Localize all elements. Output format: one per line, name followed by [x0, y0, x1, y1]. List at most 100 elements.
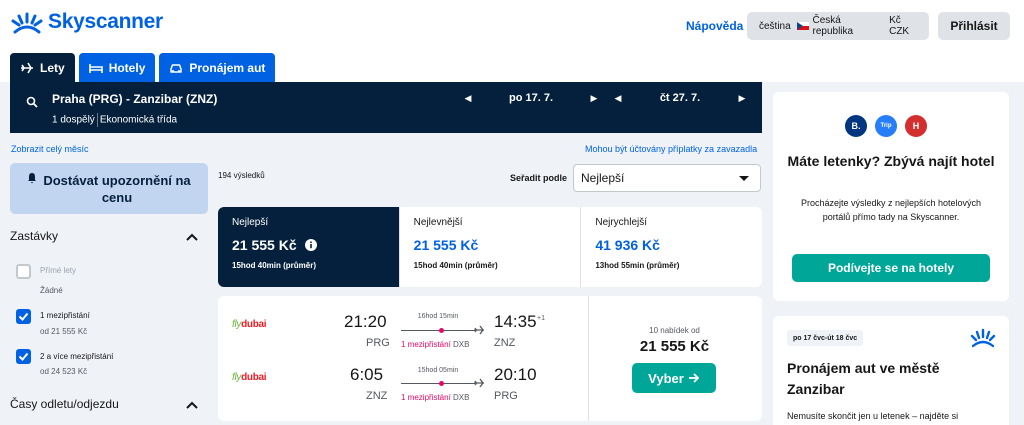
cabin-label: Ekonomická třída	[99, 114, 178, 126]
departure-time: 6:05	[350, 365, 384, 384]
passengers-label: 1 dospělý	[52, 114, 95, 126]
baggage-fees-link[interactable]: Mohou být účtovány příplatky za zavazadl…	[585, 144, 757, 154]
sort-tab-fastest[interactable]: Nejrychlejší 41 936 Kč 13hod 55min (prům…	[581, 207, 762, 287]
tab-car-hire[interactable]: Pronájem aut	[159, 53, 276, 83]
sort-tab-best[interactable]: Nejlepší 21 555 Kč 15hod 40min (průměr)	[218, 207, 400, 287]
caret-down-icon	[739, 176, 749, 181]
chevron-up-icon[interactable]	[186, 401, 198, 409]
arrival-time: 20:10	[494, 365, 537, 384]
bed-icon	[88, 64, 103, 73]
arrival-airport: PRG	[494, 390, 518, 402]
flight-result-card[interactable]: flydubai 21:20 PRG 16hod 15min 1 mezipři…	[218, 296, 762, 421]
times-filter-title: Časy odletu/odjezdu	[10, 397, 119, 411]
chevron-up-icon[interactable]	[186, 233, 198, 241]
checkmark-icon	[18, 352, 29, 361]
sort-tab-price: 41 936 Kč	[595, 237, 660, 253]
sort-select[interactable]: Nejlepší	[573, 164, 761, 192]
next-day-icon[interactable]: ▶	[736, 93, 748, 104]
product-tabs: Lety Hotely Pronájem aut	[10, 53, 276, 83]
arrival-airport: ZNZ	[494, 337, 516, 349]
return-date-picker[interactable]: ◀ čt 27. 7. ▶	[612, 92, 748, 104]
sort-tab-name: Nejlepší	[232, 217, 269, 228]
sort-label: Seřadit podle	[510, 173, 568, 183]
search-icon	[26, 96, 38, 108]
info-icon[interactable]	[304, 239, 317, 251]
whole-month-link[interactable]: Zobrazit celý měsíc	[11, 144, 89, 154]
tab-flights[interactable]: Lety	[10, 53, 75, 83]
tab-label: Hotely	[108, 61, 146, 75]
direct-flights-checkbox[interactable]	[16, 264, 31, 279]
country-label: Česká republika	[812, 15, 854, 37]
hotel-promo-card: B. Trip H Máte letenky? Zbývá najít hote…	[773, 92, 1009, 301]
czech-flag-icon	[796, 22, 809, 30]
sort-tab-price: 21 555 Kč	[232, 237, 297, 253]
tab-label: Lety	[40, 61, 65, 75]
sort-tab-cheapest[interactable]: Nejlevnější 21 555 Kč 15hod 40min (průmě…	[400, 207, 582, 287]
one-stop-checkbox[interactable]	[16, 309, 31, 324]
locale-button[interactable]: čeština Česká republika Kč CZK	[747, 12, 929, 40]
car-promo-title: Pronájem aut ve městě Zanzibar	[787, 360, 940, 397]
stops-option-label: 1 mezipřistání	[40, 311, 90, 320]
language-label: čeština	[759, 20, 791, 32]
select-button[interactable]: Vyber	[632, 363, 716, 393]
hotels-logo: H	[905, 115, 927, 137]
sort-tab-price: 21 555 Kč	[413, 237, 479, 253]
view-hotels-button[interactable]: Podívejte se na hotely	[792, 254, 990, 282]
stop-dot	[439, 328, 444, 333]
plane-icon	[474, 378, 484, 388]
departure-time: 21:20	[344, 312, 387, 331]
car-hire-promo-card[interactable]: po 17 čvc-út 18 čvc Pronájem aut ve měst…	[773, 316, 1009, 425]
trip-logo: Trip	[875, 115, 897, 137]
plane-icon	[474, 325, 484, 335]
departure-airport: PRG	[366, 337, 390, 349]
stops-info: 1 mezipřistání DXB	[401, 393, 470, 402]
skyscanner-sunrise-icon	[970, 328, 996, 348]
day-offset: +1	[537, 315, 545, 322]
arrival-time: 14:35	[494, 312, 537, 331]
search-summary-bar[interactable]: Praha (PRG) - Zanzibar (ZNZ) 1 dospělý Ek…	[10, 82, 762, 133]
departure-airport: ZNZ	[366, 390, 388, 402]
price-alert-button[interactable]: Dostávat upozornění na cenu	[10, 163, 208, 214]
route-label: Praha (PRG) - Zanzibar (ZNZ)	[52, 92, 218, 106]
stops-option-price: Žádné	[40, 286, 63, 295]
login-button[interactable]: Přihlásit	[938, 12, 1010, 40]
stops-option-label: Přímé lety	[40, 266, 77, 275]
booking-logo: B.	[845, 115, 867, 137]
car-icon	[170, 64, 183, 73]
car-promo-description: Nemusíte skončit jen u letenek – najděte…	[787, 411, 959, 421]
depart-date: po 17. 7.	[508, 92, 554, 104]
stops-option-label: 2 a více mezipřistání	[40, 352, 114, 361]
two-plus-stops-checkbox[interactable]	[16, 349, 31, 364]
route-line	[401, 330, 475, 331]
prev-day-icon[interactable]: ◀	[612, 93, 624, 104]
travellers-summary: 1 dospělý Ekonomická třída	[52, 113, 177, 127]
result-price: 21 555 Kč	[639, 338, 710, 355]
tab-label: Pronájem aut	[189, 61, 266, 75]
arrow-right-icon	[688, 373, 700, 383]
help-link[interactable]: Nápověda	[686, 19, 743, 33]
airline-logo: flydubai	[232, 372, 267, 383]
tab-hotels[interactable]: Hotely	[78, 53, 156, 83]
checkmark-icon	[18, 312, 29, 321]
sort-value: Nejlepší	[581, 171, 625, 185]
airline-logo: flydubai	[232, 319, 267, 330]
hotel-promo-title: Máte letenky? Zbývá najít hotel	[787, 153, 995, 169]
next-day-icon[interactable]: ▶	[588, 93, 600, 104]
return-date: čt 27. 7.	[659, 92, 701, 104]
price-alert-label: Dostávat upozornění na cenu	[43, 172, 191, 205]
select-label: Vyber	[648, 370, 684, 386]
stops-filter-title: Zastávky	[10, 229, 59, 243]
skyscanner-logo[interactable]: Skyscanner	[10, 10, 163, 34]
sunrise-logo-icon	[11, 12, 43, 34]
leg-duration: 15hod 05min	[417, 367, 459, 374]
stop-dot	[439, 381, 444, 386]
sort-tab-name: Nejrychlejší	[595, 217, 648, 228]
sort-tab-name: Nejlevnější	[413, 217, 463, 228]
stops-option-price: od 24 523 Kč	[40, 367, 88, 376]
date-badge: po 17 čvc-út 18 čvc	[787, 330, 864, 346]
hotel-promo-description: Procházejte výsledky z nejlepších hotelo…	[800, 198, 982, 222]
depart-date-picker[interactable]: ◀ po 17. 7. ▶	[462, 92, 600, 104]
sort-tab-duration: 15hod 40min (průměr)	[232, 261, 317, 270]
card-divider	[588, 296, 589, 421]
prev-day-icon[interactable]: ◀	[462, 93, 474, 104]
